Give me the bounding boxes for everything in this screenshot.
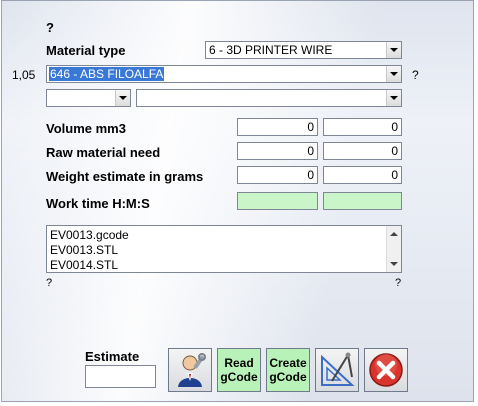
list-item[interactable]: EV0014.STL [50,258,118,272]
create-gcode-label: Create gCode [269,356,307,384]
chevron-down-icon[interactable] [386,90,401,106]
volume-label: Volume mm3 [46,121,126,136]
work-time-field-1[interactable] [237,192,318,210]
close-button[interactable] [364,348,408,392]
weight-label: Weight estimate in grams [46,169,204,184]
close-icon [369,353,403,387]
material-help-mark[interactable]: ? [412,68,419,82]
chevron-down-icon[interactable] [386,42,401,58]
bottom-help-right[interactable]: ? [395,277,401,289]
scroll-up-icon[interactable] [390,232,398,236]
user-wrench-icon [178,353,206,387]
bottom-help-left[interactable]: ? [46,277,52,289]
work-time-field-2[interactable] [323,192,402,210]
chevron-down-icon[interactable] [115,90,130,106]
option-select-1[interactable] [46,89,131,107]
chevron-down-icon[interactable] [386,66,401,82]
drafting-button[interactable] [315,348,359,392]
option-select-2[interactable] [136,89,402,107]
window-frame: ? Material type 6 - 3D PRINTER WIRE 1,05… [1,0,474,402]
raw-material-label: Raw material need [46,145,161,160]
read-gcode-label: Read gCode [220,356,258,384]
material-type-value: 6 - 3D PRINTER WIRE [209,43,333,57]
volume-field-2[interactable]: 0 [323,118,402,136]
scroll-down-icon[interactable] [390,262,398,266]
settings-button[interactable] [168,348,212,392]
drafting-compass-icon [321,352,355,386]
read-gcode-button[interactable]: Read gCode [217,348,261,392]
density-value: 1,05 [12,68,36,82]
volume-field-1[interactable]: 0 [237,118,318,136]
material-select[interactable]: 646 - ABS FILOALFA [46,65,402,83]
raw-material-field-1[interactable]: 0 [237,142,318,160]
weight-field-1[interactable]: 0 [237,166,318,184]
material-type-label: Material type [46,43,126,58]
material-type-select[interactable]: 6 - 3D PRINTER WIRE [205,41,402,59]
file-list[interactable]: EV0013.gcode EV0013.STL EV0014.STL [46,225,402,273]
list-item[interactable]: EV0013.STL [50,243,118,257]
work-time-label: Work time H:M:S [46,196,150,211]
create-gcode-button[interactable]: Create gCode [266,348,310,392]
list-scrollbar[interactable] [386,226,401,272]
list-item[interactable]: EV0013.gcode [50,228,129,242]
estimate-field[interactable] [85,365,156,388]
top-help-mark[interactable]: ? [46,20,54,35]
material-value: 646 - ABS FILOALFA [49,67,165,81]
estimate-label: Estimate [85,349,140,364]
raw-material-field-2[interactable]: 0 [323,142,402,160]
weight-field-2[interactable]: 0 [323,166,402,184]
